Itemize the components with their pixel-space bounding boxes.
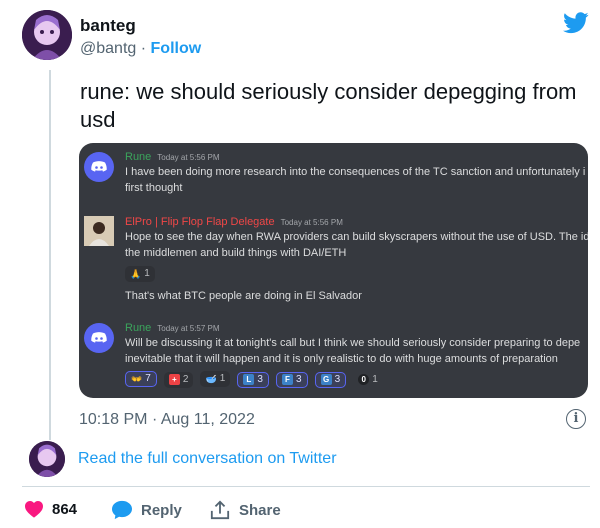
discord-author: Rune [125, 151, 152, 163]
tweet-date: Aug 11, 2022 [160, 411, 255, 428]
tweet-time: 10:18 PM [79, 411, 148, 428]
thread-line [49, 70, 51, 440]
discord-message-line: Will be discussing it at tonight's call … [125, 337, 581, 349]
discord-timestamp: Today at 5:56 PM [157, 153, 220, 162]
discord-reaction[interactable]: G 3 [314, 371, 347, 388]
discord-author-line: Rune Today at 5:56 PM [125, 151, 220, 163]
discord-author-line: Rune Today at 5:57 PM [125, 322, 220, 334]
author-name[interactable]: banteg [80, 16, 136, 36]
discord-message-line: Hope to see the day when RWA providers c… [125, 231, 588, 243]
discord-reaction[interactable]: 👐 7 [125, 371, 157, 387]
reply-bubble-icon [111, 500, 133, 520]
handle-separator: · [140, 40, 147, 57]
discord-message-line: I have been doing more research into the… [125, 166, 586, 178]
discord-reaction-emoji: + [168, 374, 180, 385]
discord-reaction-count: 2 [182, 373, 189, 385]
discord-message-line: inevitable that it will happen and it is… [125, 353, 558, 365]
discord-reaction[interactable]: + 2 [163, 371, 194, 388]
discord-reaction-count: 7 [145, 373, 151, 384]
follow-button[interactable]: Follow [151, 40, 202, 57]
discord-reaction-count: 3 [295, 373, 302, 385]
discord-message-line: first thought [125, 182, 183, 194]
discord-reaction-emoji: 🥣 [205, 374, 217, 384]
tweet-image-discord-screenshot[interactable]: Rune Today at 5:56 PM I have been doing m… [79, 143, 588, 398]
discord-author: ElPro | Flip Flop Flap Delegate [125, 216, 275, 228]
discord-timestamp: Today at 5:57 PM [157, 324, 220, 333]
reply-label: Reply [141, 501, 182, 519]
discord-reaction-emoji: F [281, 374, 293, 385]
discord-reaction[interactable]: 🥣 1 [200, 371, 231, 387]
share-label: Share [239, 501, 281, 519]
reader-avatar[interactable] [29, 441, 65, 477]
discord-avatar-icon [84, 323, 114, 353]
discord-message-line: That's what BTC people are doing in El S… [125, 290, 362, 302]
twitter-logo-icon[interactable] [563, 12, 589, 39]
discord-reaction-count: 3 [257, 373, 263, 385]
discord-reaction[interactable]: F 3 [275, 371, 308, 388]
discord-reaction-emoji: 🙏 [130, 269, 142, 279]
like-count: 864 [52, 500, 78, 518]
discord-reaction[interactable]: 🙏 1 [125, 266, 155, 282]
discord-reaction-count: 1 [372, 373, 378, 385]
discord-reaction[interactable]: L 3 [237, 371, 269, 388]
info-icon[interactable]: i [566, 409, 586, 429]
share-button[interactable]: Share [209, 500, 281, 520]
discord-reaction-count: 1 [144, 268, 150, 279]
discord-reaction-count: 1 [219, 373, 226, 384]
discord-reactions: 🙏 1 [125, 266, 159, 282]
discord-timestamp: Today at 5:56 PM [280, 218, 343, 227]
read-full-conversation-link[interactable]: Read the full conversation on Twitter [78, 450, 337, 468]
author-handle-line: @bantg · Follow [80, 40, 201, 58]
reply-button[interactable]: Reply [111, 500, 182, 520]
heart-icon [24, 500, 44, 518]
author-handle[interactable]: @bantg [80, 40, 136, 57]
discord-reactions: 👐 7 + 2 🥣 1 L 3 F 3 G 3 0 1 [125, 371, 387, 388]
discord-reaction-emoji: G [320, 374, 332, 385]
tweet-timestamp[interactable]: 10:18 PM · Aug 11, 2022 [79, 411, 255, 429]
like-button[interactable]: 864 [24, 500, 77, 518]
meta-separator: · [151, 411, 158, 428]
discord-author-line: ElPro | Flip Flop Flap Delegate Today at … [125, 216, 343, 228]
tweet-text: rune: we should seriously consider depeg… [80, 79, 577, 132]
divider [22, 486, 590, 487]
discord-reaction-emoji: 0 [358, 374, 370, 385]
author-avatar[interactable] [22, 10, 72, 60]
discord-reaction-count: 3 [334, 373, 341, 385]
discord-avatar-icon [84, 152, 114, 182]
share-icon [209, 500, 231, 520]
discord-reaction-emoji: L [243, 374, 255, 385]
discord-author: Rune [125, 322, 152, 334]
discord-reaction-emoji: 👐 [131, 374, 143, 384]
discord-reaction[interactable]: 0 1 [353, 372, 383, 388]
discord-message-line: the middlemen and build things with DAI/… [125, 247, 347, 259]
discord-avatar [84, 216, 114, 246]
